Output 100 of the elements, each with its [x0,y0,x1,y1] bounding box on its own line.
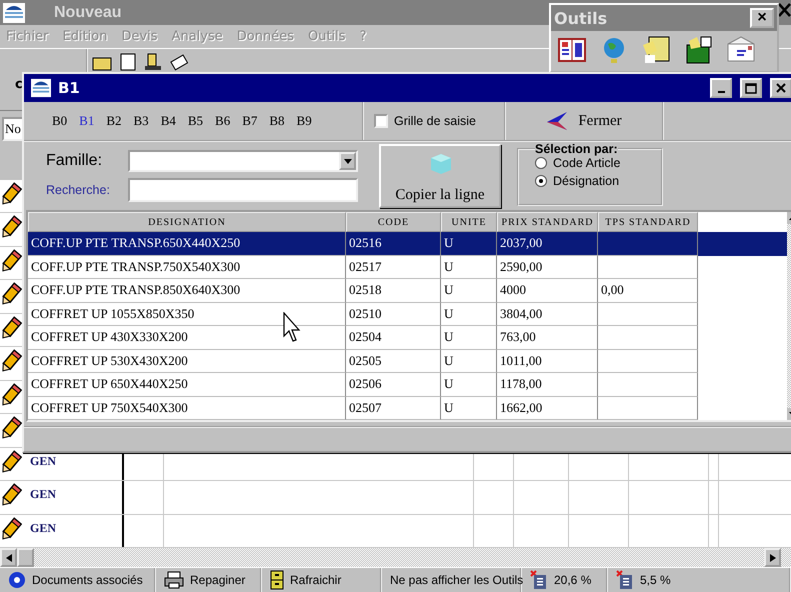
status-item[interactable]: Documents associés [0,568,156,592]
table-row[interactable]: COFF.UP PTE TRANSP.650X440X250 02516 U 2037,00 [28,232,787,256]
table-cell: U [444,400,454,414]
radio-label: Désignation [553,174,620,188]
table-cell: U [444,306,454,320]
arrow-icon [546,111,568,131]
disc-icon [8,571,26,589]
table-cell: COFFRET UP 530X430X200 [31,352,188,368]
table-cell: U [444,235,454,250]
group-title: Sélection par: [535,142,618,156]
app-logo-icon [30,78,52,98]
copy-button[interactable]: Copier la ligne [379,144,501,208]
tab[interactable]: B1 [79,113,94,129]
field-label: Famille: [46,152,104,170]
scroll-left-button[interactable] [0,548,17,567]
dialog-title: B1 [58,79,81,97]
close-icon [776,83,786,93]
table-cell: COFF.UP PTE TRANSP.850X640X300 [31,282,240,297]
document-icon[interactable] [120,53,136,71]
status-item[interactable]: Rafraichir [262,568,382,592]
table-cell: 2590,00 [500,258,542,274]
search-field[interactable] [128,178,358,202]
column-header[interactable]: PRIX STANDARD [497,212,598,232]
tab[interactable]: B7 [242,113,258,129]
field-label: Recherche: [46,183,111,197]
minimize-button[interactable] [710,78,732,98]
pointer-icon [283,312,301,342]
table-cell: 763,00 [500,329,536,344]
table-cell: COFFRET UP 430X330X200 [31,329,188,344]
scroll-right-button[interactable] [764,548,781,567]
table-cell: 02516 [349,235,382,250]
table-cell: 1011,00 [500,352,542,368]
minimize-icon [718,91,724,93]
window-title: Nouveau [54,4,122,22]
table-cell: U [444,376,454,391]
table-cell: U [444,352,454,368]
table-cell: COFF.UP PTE TRANSP.650X440X250 [31,235,240,250]
palette-title: Outils [554,8,608,28]
table-cell: 1178,00 [500,376,542,391]
close-button[interactable]: × [750,8,774,28]
tab[interactable]: B9 [296,113,312,129]
folder-icon[interactable] [641,35,671,65]
toolbar-label: c [15,77,23,92]
table-cell: 02517 [349,258,382,274]
dropdown-field[interactable] [128,150,358,172]
cabinet-icon [270,570,284,590]
table-cell: COFFRET UP 1055X850X350 [31,306,194,320]
table-cell: 0,00 [601,282,624,297]
maximize-icon [745,82,757,94]
text-field[interactable]: No [2,117,22,141]
table-cell: 02504 [349,329,382,344]
tab[interactable]: B0 [52,113,68,129]
table-cell: COFF.UP PTE TRANSP.750X540X300 [31,258,240,274]
table-cell: 02506 [349,376,382,391]
close-button[interactable] [770,78,791,98]
table-cell: 02518 [349,282,382,297]
row-label: GEN [30,520,56,536]
stamp-icon[interactable] [144,53,162,71]
table-cell: U [444,329,454,344]
scroll-thumb[interactable] [17,548,34,567]
column-header[interactable]: UNITE [441,212,497,232]
radio-label: Code Article [553,156,620,170]
tab[interactable]: B2 [106,113,122,129]
column-header[interactable]: DESIGNATION [28,212,346,232]
table-row[interactable]: COFF.UP PTE TRANSP.750X540X300 02517 U 2590,00 [28,256,787,279]
maximize-button[interactable] [740,78,762,98]
table-cell: COFFRET UP 650X440X250 [31,376,188,391]
tab[interactable]: B5 [188,113,204,129]
table-cell: U [444,258,454,274]
right-arrow-icon [770,554,776,562]
checkbox[interactable] [374,114,388,128]
status-item[interactable]: Ne pas afficher les Outils [382,568,522,592]
table-cell: COFFRET UP 750X540X300 [31,400,188,414]
dropdown-arrow-icon [344,158,352,164]
document-icon [616,570,634,590]
table-cell: 2037,00 [500,235,542,250]
column-header[interactable]: TPS STANDARD [598,212,698,232]
table-cell: 3804,00 [500,306,542,320]
document-icon [530,570,548,590]
status-item: 5,5 % [608,568,791,592]
tab[interactable]: B4 [160,113,176,129]
printer-icon [164,571,184,589]
status-item[interactable]: Repaginer [156,568,262,592]
tab[interactable]: B8 [269,113,285,129]
table-cell: 1662,00 [500,400,542,414]
table-cell: U [444,282,454,297]
table-cell: 02507 [349,400,382,414]
table-cell: 02505 [349,352,382,368]
book-icon[interactable] [557,35,587,65]
table-cell: 4000 [500,282,526,297]
radio-button[interactable] [535,175,547,187]
left-arrow-icon [6,554,12,562]
radio-button[interactable] [535,157,547,169]
row-label: GEN [30,487,56,502]
close-icon[interactable] [778,2,791,18]
tab[interactable]: B6 [215,113,230,129]
column-header[interactable]: CODE [346,212,441,232]
table-cell: 02510 [349,306,382,320]
tab[interactable]: B3 [134,113,149,129]
app-logo-icon [2,2,26,24]
